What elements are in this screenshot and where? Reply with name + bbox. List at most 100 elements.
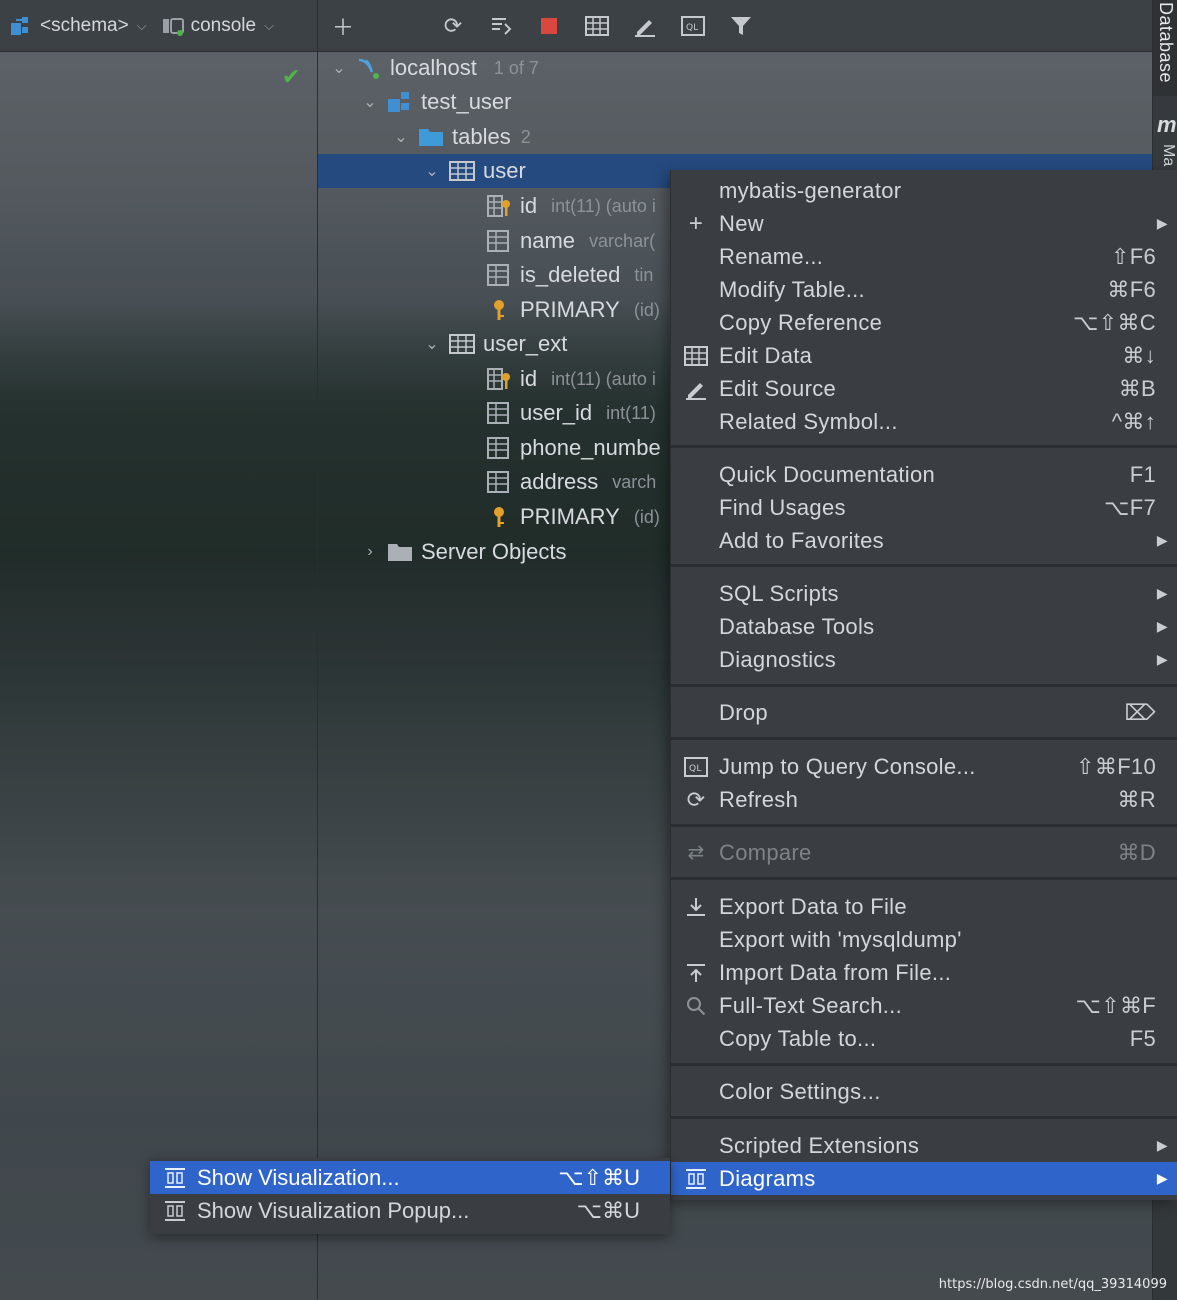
menu-item-copy-reference[interactable]: Copy Reference ⌥⇧⌘C xyxy=(671,306,1177,339)
menu-item-scripted-extensions[interactable]: Scripted Extensions ▶ xyxy=(671,1129,1177,1162)
table-view-icon[interactable] xyxy=(584,13,610,39)
chevron-right-icon[interactable]: › xyxy=(359,543,381,561)
tables-count: 2 xyxy=(520,126,531,147)
menu-item-copy-table[interactable]: Copy Table to... F5 xyxy=(671,1022,1177,1055)
tree-column-user-id[interactable]: user_id int(11) xyxy=(480,396,656,430)
column-type: int(11) (auto i xyxy=(551,195,656,216)
tree-node-label: user_ext xyxy=(483,331,568,356)
tree-column-is-deleted[interactable]: is_deleted tin xyxy=(480,258,653,292)
add-icon[interactable]: ＋ xyxy=(330,13,356,40)
chevron-down-icon[interactable]: ⌄ xyxy=(359,92,381,112)
console-selector[interactable]: console ⌵ xyxy=(161,15,274,37)
tree-node-tables[interactable]: ⌄ tables 2 xyxy=(390,120,531,154)
tree-node-localhost[interactable]: ⌄ localhost 1 of 7 xyxy=(328,51,544,85)
refresh-icon[interactable]: ⟳ xyxy=(440,13,466,39)
menu-item-label: Export with 'mysqldump' xyxy=(719,926,962,952)
column-icon xyxy=(486,229,512,253)
column-name: address xyxy=(520,469,599,494)
menu-item-edit-data[interactable]: Edit Data ⌘↓ xyxy=(671,339,1177,372)
menu-item-label: mybatis-generator xyxy=(719,177,902,203)
menu-item-database-tools[interactable]: Database Tools ▶ xyxy=(671,610,1177,643)
tree-column-name[interactable]: name varchar( xyxy=(480,224,655,258)
diagrams-submenu: Show Visualization... ⌥⇧⌘U Show Visualiz… xyxy=(150,1158,670,1234)
tree-column-address[interactable]: address varch xyxy=(480,465,656,499)
tree-node-user-ext[interactable]: ⌄ user_ext xyxy=(421,327,567,361)
tree-key-primary[interactable]: PRIMARY (id) xyxy=(480,500,660,534)
tree-node-user[interactable]: ⌄ user xyxy=(421,154,526,188)
query-console-icon[interactable]: QL xyxy=(680,13,706,39)
filter-icon[interactable] xyxy=(728,13,754,39)
menu-item-drop[interactable]: Drop ⌦ xyxy=(671,696,1177,729)
menu-item-mybatis-generator[interactable]: mybatis-generator xyxy=(671,174,1177,207)
mysql-datasource-icon xyxy=(356,56,382,80)
menu-item-show-visualization-popup[interactable]: Show Visualization Popup... ⌥⌘U xyxy=(150,1194,670,1227)
menu-item-quick-documentation[interactable]: Quick Documentation F1 xyxy=(671,458,1177,491)
tree-node-label: tables xyxy=(452,124,511,149)
chevron-down-icon[interactable]: ⌄ xyxy=(328,58,350,78)
menu-item-jump-to-query-console[interactable]: QL Jump to Query Console... ⇧⌘F10 xyxy=(671,750,1177,783)
schema-selector[interactable]: <schema> ⌵ xyxy=(10,15,147,37)
maven-tab-label[interactable]: Ma xyxy=(1159,144,1177,166)
schema-sync-icon[interactable] xyxy=(488,13,514,39)
chevron-down-icon: ⌵ xyxy=(264,18,274,33)
tree-column-phone-number[interactable]: phone_numbe xyxy=(480,431,661,465)
table-icon xyxy=(683,343,709,369)
column-name: name xyxy=(520,228,576,253)
column-type: int(11) xyxy=(606,402,656,423)
menu-item-find-usages[interactable]: Find Usages ⌥F7 xyxy=(671,491,1177,524)
menu-item-edit-source[interactable]: Edit Source ⌘B xyxy=(671,372,1177,405)
tree-column-id[interactable]: id int(11) (auto i xyxy=(480,362,656,396)
menu-item-shortcut: ⌥⇧⌘F xyxy=(1075,992,1156,1018)
menu-item-shortcut: ⌘R xyxy=(1117,786,1156,812)
chevron-down-icon[interactable]: ⌄ xyxy=(421,334,443,354)
menu-item-sql-scripts[interactable]: SQL Scripts ▶ xyxy=(671,577,1177,610)
menu-item-add-to-favorites[interactable]: Add to Favorites ▶ xyxy=(671,524,1177,557)
chevron-down-icon[interactable]: ⌄ xyxy=(390,127,412,147)
menu-item-color-settings[interactable]: Color Settings... xyxy=(671,1075,1177,1108)
key-icon xyxy=(486,505,512,529)
column-name: phone_numbe xyxy=(520,435,661,460)
menu-item-label: Color Settings... xyxy=(719,1078,881,1104)
menu-item-modify-table[interactable]: Modify Table... ⌘F6 xyxy=(671,273,1177,306)
chevron-down-icon: ⌵ xyxy=(136,18,147,33)
menu-item-diagnostics[interactable]: Diagnostics ▶ xyxy=(671,643,1177,676)
menu-separator xyxy=(671,1116,1177,1119)
stop-icon[interactable] xyxy=(536,13,562,39)
chevron-down-icon[interactable]: ⌄ xyxy=(421,161,443,181)
menu-item-show-visualization[interactable]: Show Visualization... ⌥⇧⌘U xyxy=(150,1161,670,1194)
database-tool-tab[interactable]: Database xyxy=(1153,0,1177,96)
console-icon xyxy=(162,18,184,36)
menu-item-related-symbol[interactable]: Related Symbol... ^⌘↑ xyxy=(671,405,1177,438)
menu-item-diagrams[interactable]: Diagrams ▶ xyxy=(671,1162,1177,1195)
tree-node-label: localhost xyxy=(390,55,477,80)
key-columns: (id) xyxy=(633,299,660,320)
maven-icon[interactable]: m xyxy=(1157,112,1177,138)
menu-item-full-text-search[interactable]: Full-Text Search... ⌥⇧⌘F xyxy=(671,989,1177,1022)
menu-item-shortcut: F5 xyxy=(1129,1025,1156,1051)
plus-icon: + xyxy=(688,209,704,237)
menu-item-label: Refresh xyxy=(719,786,799,812)
menu-item-label: Find Usages xyxy=(719,494,846,520)
tree-column-id[interactable]: id int(11) (auto i xyxy=(480,189,656,223)
menu-separator xyxy=(671,877,1177,880)
menu-item-shortcut: ⌘↓ xyxy=(1122,342,1156,368)
diagram-icon xyxy=(162,1198,188,1224)
tree-node-server-objects[interactable]: › Server Objects xyxy=(359,535,566,569)
column-type: tin xyxy=(634,264,654,285)
tree-node-test-user[interactable]: ⌄ test_user xyxy=(359,85,511,119)
menu-item-refresh[interactable]: ⟳ Refresh ⌘R xyxy=(671,783,1177,816)
menu-separator xyxy=(671,1063,1177,1066)
tree-key-primary[interactable]: PRIMARY (id) xyxy=(480,293,660,327)
menu-item-label: Related Symbol... xyxy=(719,408,898,434)
menu-item-new[interactable]: + New ▶ xyxy=(671,207,1177,240)
edit-pencil-icon[interactable] xyxy=(632,13,658,39)
menu-item-label: Modify Table... xyxy=(719,276,865,302)
menu-item-export-mysqldump[interactable]: Export with 'mysqldump' xyxy=(671,923,1177,956)
menu-item-export-data[interactable]: Export Data to File xyxy=(671,890,1177,923)
menu-item-rename[interactable]: Rename... ⇧F6 xyxy=(671,240,1177,273)
submenu-arrow-icon: ▶ xyxy=(1156,532,1168,548)
toolbar: <schema> ⌵ console ⌵ ＋ ⟳ QL xyxy=(0,0,1152,52)
key-icon xyxy=(486,298,512,322)
menu-item-import-data[interactable]: Import Data from File... xyxy=(671,956,1177,989)
menu-item-label: Add to Favorites xyxy=(719,527,884,553)
